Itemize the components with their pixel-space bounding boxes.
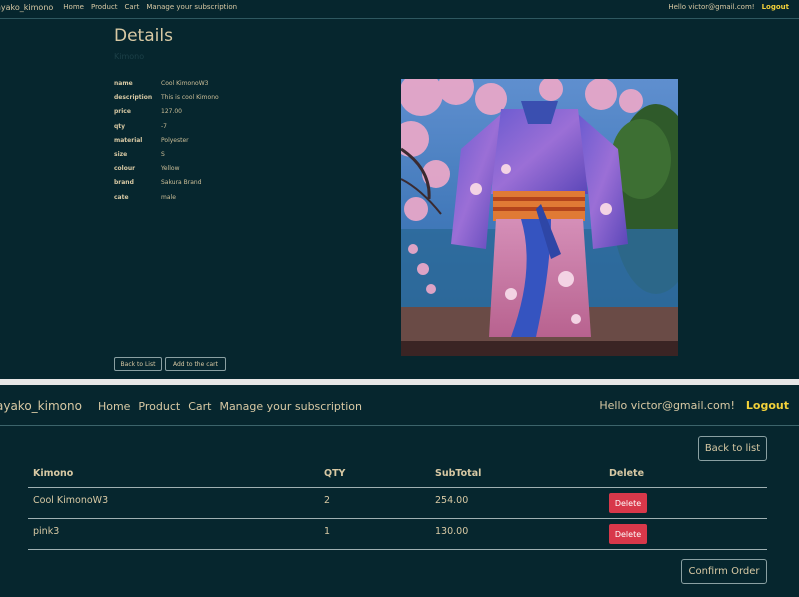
attr-row: material Polyester: [114, 137, 219, 151]
user-greeting: Hello victor@gmail.com!: [599, 399, 735, 412]
column-header-subtotal: SubTotal: [435, 468, 482, 479]
back-to-list-button[interactable]: Back to List: [114, 357, 162, 371]
attr-row: colour Yellow: [114, 165, 219, 179]
attr-value: -7: [161, 122, 167, 130]
nav-product[interactable]: Product: [138, 400, 180, 413]
table-divider: [28, 518, 767, 519]
brand-logo[interactable]: ayako_kimono: [0, 3, 53, 12]
cell-qty: 1: [324, 526, 331, 537]
table-divider: [28, 549, 767, 550]
nav-product[interactable]: Product: [91, 3, 118, 11]
logout-link[interactable]: Logout: [762, 3, 789, 11]
attr-key: description: [114, 94, 153, 102]
attr-value: Yellow: [161, 165, 180, 173]
attr-key: qty: [114, 122, 126, 130]
attr-row: name Cool KimonoW3: [114, 80, 219, 94]
attr-key: material: [114, 136, 143, 144]
nav-cart[interactable]: Cart: [188, 400, 211, 413]
nav-home[interactable]: Home: [98, 400, 130, 413]
attr-value: This is cool Kimono: [161, 94, 219, 102]
attr-key: size: [114, 150, 128, 158]
nav-cart[interactable]: Cart: [125, 3, 140, 11]
attr-key: name: [114, 80, 133, 87]
column-header-delete: Delete: [609, 468, 645, 479]
attr-key: cate: [114, 193, 129, 201]
attr-row: brand Sakura Brand: [114, 179, 219, 193]
product-image: [401, 79, 678, 356]
user-area: Hello victor@gmail.com! Logout: [668, 3, 789, 11]
attr-value: 127.00: [161, 108, 182, 116]
screenshot-separator: [0, 379, 799, 385]
attr-row: price 127.00: [114, 108, 219, 122]
cell-subtotal: 130.00: [435, 526, 469, 537]
top-navbar: ayako_kimono Home Product Cart Manage yo…: [0, 0, 799, 14]
user-greeting: Hello victor@gmail.com!: [668, 3, 755, 11]
page-title: Details: [114, 26, 173, 46]
attr-row: qty -7: [114, 123, 219, 137]
brand-logo[interactable]: ayako_kimono: [0, 399, 82, 413]
attr-value: male: [161, 193, 176, 201]
attr-value: Polyester: [161, 136, 189, 144]
attr-value: Cool KimonoW3: [161, 80, 209, 87]
confirm-order-button[interactable]: Confirm Order: [681, 559, 767, 584]
attr-key: colour: [114, 165, 136, 173]
nav-subscription[interactable]: Manage your subscription: [146, 3, 237, 11]
table-divider: [28, 487, 767, 488]
nav-subscription[interactable]: Manage your subscription: [219, 400, 362, 413]
add-to-cart-button[interactable]: Add to the cart: [165, 357, 226, 371]
delete-button[interactable]: Delete: [609, 524, 647, 544]
attr-row: description This is cool Kimono: [114, 94, 219, 108]
cell-kimono: pink3: [33, 526, 60, 537]
product-attributes: name Cool KimonoW3 description This is coo…: [114, 80, 219, 208]
back-to-list-button[interactable]: Back to list: [698, 436, 767, 461]
bottom-navbar: ayako_kimono Home Product Cart Manage yo…: [0, 389, 799, 423]
attr-value: Sakura Brand: [161, 179, 202, 187]
divider: [0, 425, 799, 426]
cell-subtotal: 254.00: [435, 495, 469, 506]
attr-key: brand: [114, 179, 134, 187]
nav-home[interactable]: Home: [63, 3, 84, 11]
logout-link[interactable]: Logout: [746, 399, 789, 412]
cell-kimono: Cool KimonoW3: [33, 495, 109, 506]
attr-key: price: [114, 108, 131, 116]
attr-row: cate male: [114, 194, 219, 208]
user-area: Hello victor@gmail.com! Logout: [599, 399, 789, 412]
delete-button[interactable]: Delete: [609, 493, 647, 513]
column-header-qty: QTY: [324, 468, 346, 479]
cell-qty: 2: [324, 495, 331, 506]
attr-row: size S: [114, 151, 219, 165]
column-header-kimono: Kimono: [33, 468, 74, 479]
divider: [0, 18, 799, 19]
page-subtitle: Kimono: [114, 52, 145, 61]
attr-value: S: [161, 150, 165, 158]
